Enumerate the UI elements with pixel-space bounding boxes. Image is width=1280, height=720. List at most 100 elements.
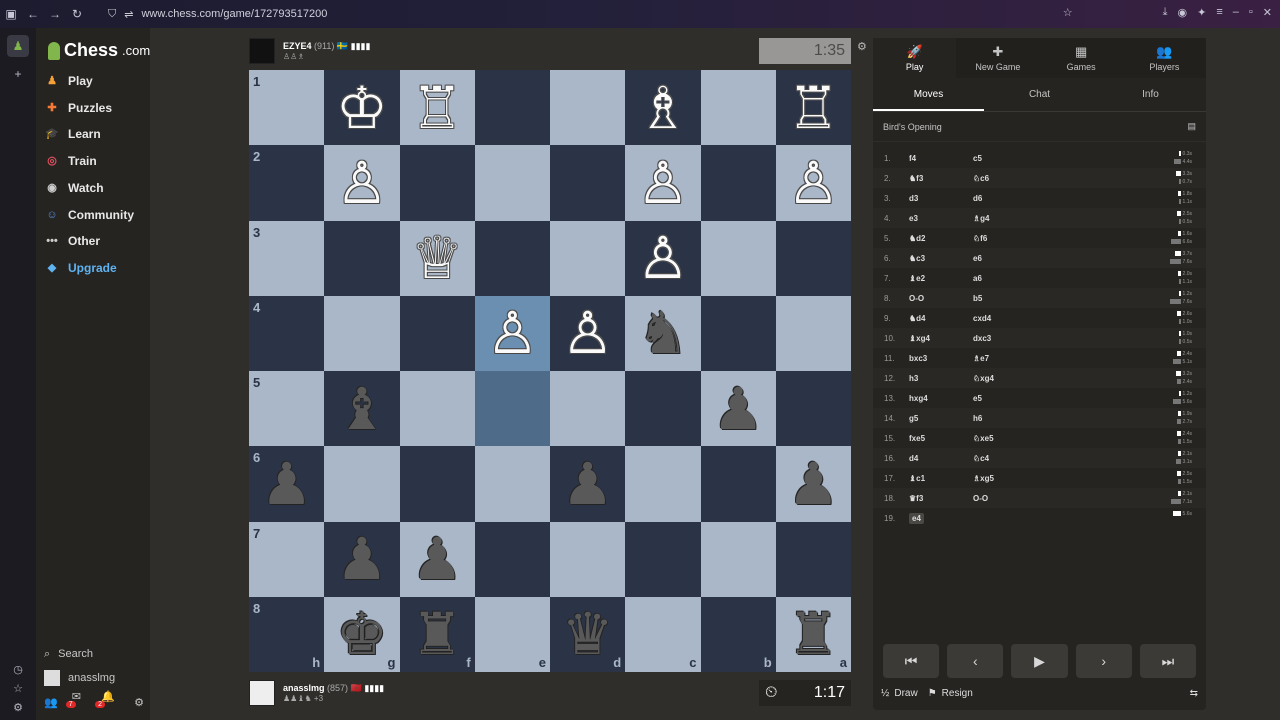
square[interactable]: [324, 220, 400, 296]
square[interactable]: 3: [249, 220, 325, 296]
black-pawn-piece[interactable]: ♟: [787, 455, 839, 513]
white-move[interactable]: ♝c1: [909, 474, 973, 483]
square[interactable]: [700, 446, 776, 522]
white-move[interactable]: e4: [909, 512, 973, 524]
mail-icon[interactable]: ✉7: [65, 690, 87, 715]
white-move[interactable]: h3: [909, 374, 973, 383]
sidebar-item-watch[interactable]: ◉ Watch: [44, 177, 103, 199]
white-move[interactable]: d4: [909, 454, 973, 463]
sidebar-toggle-icon[interactable]: ▣: [0, 7, 22, 21]
square[interactable]: ♟: [700, 371, 776, 447]
white-move[interactable]: g5: [909, 414, 973, 423]
black-move[interactable]: b5: [973, 294, 1093, 303]
white-move[interactable]: O-O: [909, 294, 973, 303]
square[interactable]: [550, 70, 626, 146]
black-rook-piece[interactable]: ♜: [787, 605, 839, 663]
square[interactable]: ♟: [399, 521, 475, 597]
next-move-button[interactable]: ›: [1075, 644, 1132, 678]
square[interactable]: g ♚: [324, 596, 400, 672]
white-bishop-piece[interactable]: ♗: [637, 79, 689, 137]
black-bishop-piece[interactable]: ♝: [336, 380, 388, 438]
square[interactable]: [550, 220, 626, 296]
menu-icon[interactable]: ≡: [1216, 6, 1222, 19]
white-move[interactable]: bxc3: [909, 354, 973, 363]
white-pawn-piece[interactable]: ♙: [787, 154, 839, 212]
white-pawn-piece[interactable]: ♙: [637, 229, 689, 287]
white-move[interactable]: ♝xg4: [909, 334, 973, 343]
black-move[interactable]: ♘xg4: [973, 374, 1093, 383]
square[interactable]: [550, 521, 626, 597]
black-move[interactable]: ♗xg5: [973, 474, 1093, 483]
square[interactable]: [399, 371, 475, 447]
subtab-info[interactable]: Info: [1095, 78, 1206, 111]
square[interactable]: 6 ♟: [249, 446, 325, 522]
download-icon[interactable]: ⤓: [1163, 6, 1168, 19]
square[interactable]: ♙: [324, 145, 400, 221]
white-pawn-piece[interactable]: ♙: [637, 154, 689, 212]
settings-icon[interactable]: ⚙: [13, 701, 23, 714]
square[interactable]: ♖: [399, 70, 475, 146]
sidebar-item-upgrade[interactable]: ◆ Upgrade: [44, 257, 117, 279]
square[interactable]: ♔: [324, 70, 400, 146]
square[interactable]: [474, 371, 550, 447]
black-move[interactable]: ♘xe5: [973, 434, 1093, 443]
black-move[interactable]: e5: [973, 394, 1093, 403]
black-move[interactable]: d6: [973, 194, 1093, 203]
search-button[interactable]: ⌕ Search: [44, 642, 144, 666]
site-settings-gear-icon[interactable]: ⚙: [134, 696, 144, 709]
opening-name[interactable]: Bird's Opening: [883, 122, 942, 132]
history-icon[interactable]: ◷: [13, 663, 23, 676]
subtab-moves[interactable]: Moves: [873, 78, 984, 111]
square[interactable]: 2: [249, 145, 325, 221]
square[interactable]: ♕: [399, 220, 475, 296]
black-move[interactable]: a6: [973, 274, 1093, 283]
tab-new-game[interactable]: ✚ New Game: [956, 38, 1039, 78]
friends-icon[interactable]: 👥: [44, 696, 58, 709]
black-pawn-piece[interactable]: ♟: [336, 530, 388, 588]
black-knight-piece[interactable]: ♞: [637, 304, 689, 362]
square[interactable]: [625, 521, 701, 597]
tab-games[interactable]: ▦ Games: [1040, 38, 1123, 78]
forward-icon[interactable]: →: [44, 7, 66, 21]
board-settings-icon[interactable]: ⚙: [857, 40, 867, 53]
white-move[interactable]: hxg4: [909, 394, 973, 403]
white-move[interactable]: ♞d2: [909, 234, 973, 243]
black-move[interactable]: ♗e7: [973, 354, 1093, 363]
white-move[interactable]: ♞f3: [909, 174, 973, 183]
white-king-piece[interactable]: ♔: [336, 79, 388, 137]
player-avatar[interactable]: [249, 680, 275, 706]
square[interactable]: 4: [249, 295, 325, 371]
chess-tab-icon[interactable]: ♟: [7, 35, 29, 57]
square[interactable]: c: [625, 596, 701, 672]
black-move[interactable]: dxc3: [973, 334, 1093, 343]
book-icon[interactable]: ▤: [1187, 121, 1196, 132]
white-move[interactable]: ♛f3: [909, 494, 973, 503]
black-queen-piece[interactable]: ♛: [562, 605, 614, 663]
white-rook-piece[interactable]: ♖: [787, 79, 839, 137]
square[interactable]: [700, 70, 776, 146]
new-tab-icon[interactable]: +: [7, 63, 29, 85]
white-pawn-piece[interactable]: ♙: [486, 304, 538, 362]
square[interactable]: ♗: [625, 70, 701, 146]
square[interactable]: ♙: [775, 145, 851, 221]
square[interactable]: ♟: [550, 446, 626, 522]
flip-board-icon[interactable]: ⇆: [1190, 688, 1198, 699]
black-rook-piece[interactable]: ♜: [411, 605, 463, 663]
opponent-name[interactable]: EZYE4: [283, 41, 312, 51]
opponent-avatar[interactable]: [249, 38, 275, 64]
white-pawn-piece[interactable]: ♙: [562, 304, 614, 362]
notifications-icon[interactable]: 🔔2: [95, 690, 120, 715]
square[interactable]: [399, 295, 475, 371]
square[interactable]: [625, 371, 701, 447]
back-icon[interactable]: ←: [22, 7, 44, 21]
square[interactable]: [399, 145, 475, 221]
black-move[interactable]: e6: [973, 254, 1093, 263]
black-move[interactable]: ♘c6: [973, 174, 1093, 183]
black-pawn-piece[interactable]: ♟: [411, 530, 463, 588]
address-bar[interactable]: ⛉ ⇌ www.chess.com/game/172793517200: [108, 8, 327, 21]
square[interactable]: [775, 371, 851, 447]
square[interactable]: [399, 446, 475, 522]
square[interactable]: [474, 220, 550, 296]
bookmark-icon[interactable]: ☆: [1063, 6, 1073, 19]
square[interactable]: 1: [249, 70, 325, 146]
